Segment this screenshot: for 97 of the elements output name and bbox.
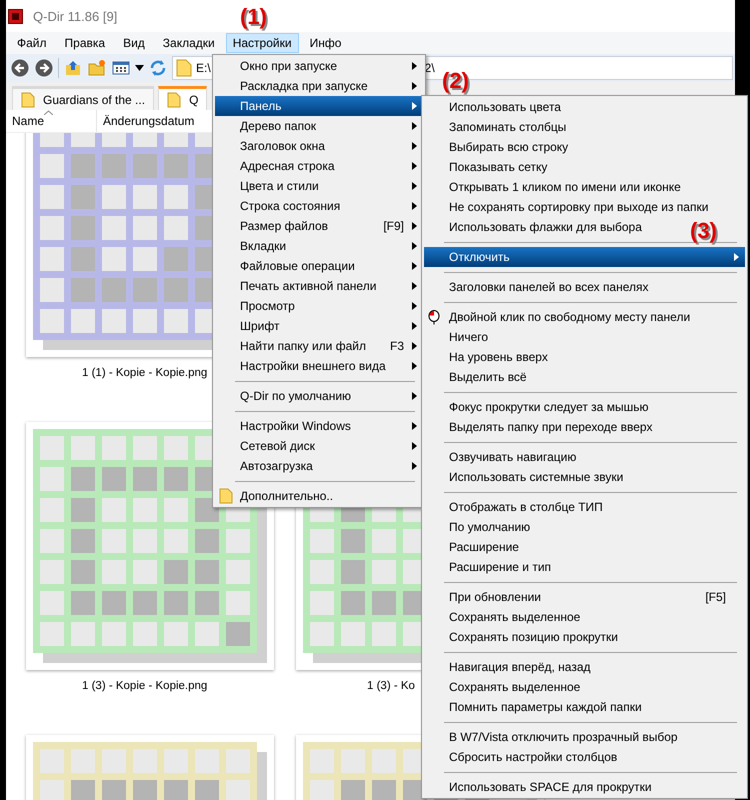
submenu-arrow-icon [412, 62, 417, 70]
submenu-arrow-icon [412, 302, 417, 310]
menu-item[interactable]: Настройки внешнего вида [215, 356, 423, 376]
submenu-arrow-icon [412, 262, 417, 270]
forward-button[interactable] [34, 58, 54, 78]
menu-bar-item[interactable]: Инфо [302, 33, 348, 53]
tab[interactable]: Guardians of the ... [12, 86, 154, 110]
menu-item[interactable]: Q-Dir по умолчанию [215, 386, 423, 406]
submenu-arrow-icon [412, 442, 417, 450]
menu-item[interactable]: Заголовок окна [215, 136, 423, 156]
menu-bar-item[interactable]: Настройки [226, 33, 299, 53]
menu-item[interactable]: Двойной клик по свободному месту панели [424, 307, 702, 327]
address-text: E:\ [196, 61, 211, 75]
menu-item[interactable]: Выделить всё [424, 367, 538, 387]
submenu-arrow-icon [412, 392, 417, 400]
submenu-arrow-icon [412, 202, 417, 210]
menu-item[interactable]: Открывать 1 кликом по имени или иконке [424, 177, 692, 197]
submenu-arrow-icon [412, 242, 417, 250]
menu-item[interactable]: Файловые операции [215, 256, 423, 276]
step-annotation: (1) [240, 6, 267, 28]
menu-item[interactable]: Выбирать всю строку [424, 137, 580, 157]
menu-item[interactable]: Размер файлов [F9] [215, 216, 423, 236]
menu-item[interactable]: Запоминать столбцы [424, 117, 578, 137]
tab[interactable]: Q [158, 86, 208, 110]
menu-item[interactable]: Заголовки панелей во всех панелях [424, 277, 660, 297]
menu-item[interactable]: Печать активной панели [215, 276, 423, 296]
menu-item[interactable]: Отображать в столбце ТИП [424, 497, 614, 517]
menu-item[interactable]: Автозагрузка [215, 456, 423, 476]
menu-item[interactable]: Панель [215, 96, 423, 116]
submenu-arrow-icon [412, 222, 417, 230]
up-folder-button[interactable] [63, 58, 83, 78]
submenu-arrow-icon [412, 102, 417, 110]
menu-item[interactable]: Расширение [424, 537, 530, 557]
app-icon [8, 8, 23, 24]
submenu-arrow-icon [412, 142, 417, 150]
menu-item[interactable]: Навигация вперёд, назад [424, 657, 602, 677]
column-header[interactable]: Name [6, 110, 97, 132]
folder-icon [176, 59, 192, 77]
menu-item[interactable]: Сохранять выделенное [424, 607, 592, 627]
menu-item[interactable]: В W7/Vista отключить прозрачный выбор [424, 727, 689, 747]
back-button[interactable] [10, 58, 30, 78]
submenu-arrow-icon [412, 82, 417, 90]
step-annotation: (3) [690, 220, 717, 242]
submenu-arrow-icon [412, 462, 417, 470]
submenu-arrow-icon [412, 182, 417, 190]
menu-item[interactable]: Шрифт [215, 316, 423, 336]
sort-caret-icon [44, 110, 53, 115]
submenu-arrow-icon [412, 322, 417, 330]
mouse-icon [428, 310, 440, 325]
menu-item[interactable]: Показывать сетку [424, 157, 558, 177]
menu-item[interactable]: Окно при запуске [215, 56, 423, 76]
menu-item[interactable]: Использовать SPACE для прокрутки [424, 777, 663, 797]
menu-item[interactable]: Выделять папку при переходе вверх [424, 417, 664, 437]
menu-item[interactable]: Сетевой диск [215, 436, 423, 456]
submenu-arrow-icon [412, 342, 417, 350]
submenu-arrow-icon [412, 162, 417, 170]
menu-bar-item[interactable]: Закладки [156, 33, 222, 53]
menu-item[interactable]: Отключить [424, 247, 745, 267]
menu-item[interactable]: Дополнительно.. [215, 486, 344, 506]
dropdown-caret-icon[interactable] [135, 65, 144, 71]
menu-item[interactable]: Адресная строка [215, 156, 423, 176]
menu-item[interactable]: Использовать системные звуки [424, 467, 634, 487]
menu-item[interactable]: Просмотр [215, 296, 423, 316]
folder-icon [21, 92, 35, 108]
folder-icon [167, 92, 182, 108]
menu-item[interactable]: Расширение и тип [424, 557, 562, 577]
menu-bar-item[interactable]: Правка [58, 33, 112, 53]
file-name: 1 (1) - Kopie - Kopie.png [82, 367, 208, 379]
file-name: 1 (3) - Ko [367, 680, 415, 692]
window-title: Q-Dir 11.86 [9] [33, 8, 118, 24]
menu-item[interactable]: По умолчанию [424, 517, 542, 537]
menu-item[interactable]: Озвучивать навигацию [424, 447, 588, 467]
menu-item[interactable]: Использовать цвета [424, 97, 572, 117]
submenu-arrow-icon [412, 282, 417, 290]
menu-item[interactable]: Использовать флажки для выбора [424, 217, 653, 237]
menu-item[interactable]: Настройки Windows [215, 416, 423, 436]
menu-item[interactable]: Не сохранять сортировку при выходе из папки [424, 197, 720, 217]
menu-item[interactable]: Строка состояния [215, 196, 423, 216]
menu-item[interactable]: Найти папку или файл F3 [215, 336, 423, 356]
submenu-arrow-icon [412, 362, 417, 370]
menu-item[interactable]: Сбросить настройки столбцов [424, 747, 628, 767]
menu-item[interactable]: Фокус прокрутки следует за мышью [424, 397, 660, 417]
submenu-arrow-icon [734, 253, 739, 261]
menu-item[interactable]: Сохранять позицию прокрутки [424, 627, 629, 647]
submenu-arrow-icon [412, 122, 417, 130]
menu-item[interactable]: На уровень вверх [424, 347, 559, 367]
menu-item[interactable]: Вкладки [215, 236, 423, 256]
menu-item[interactable]: Цвета и стили [215, 176, 423, 196]
menu-item[interactable]: При обновлении [F5] [424, 587, 745, 607]
submenu-arrow-icon [412, 422, 417, 430]
file-name: 1 (3) - Kopie - Kopie.png [82, 680, 208, 692]
menu-bar-item[interactable]: Вид [116, 33, 152, 53]
menu-item[interactable]: Помнить параметры каждой папки [424, 697, 653, 717]
menu-item[interactable]: Сохранять выделенное [424, 677, 592, 697]
menu-item[interactable]: Ничего [424, 327, 500, 347]
menu-bar-item[interactable]: Файл [10, 33, 54, 53]
folder-icon [219, 488, 233, 504]
